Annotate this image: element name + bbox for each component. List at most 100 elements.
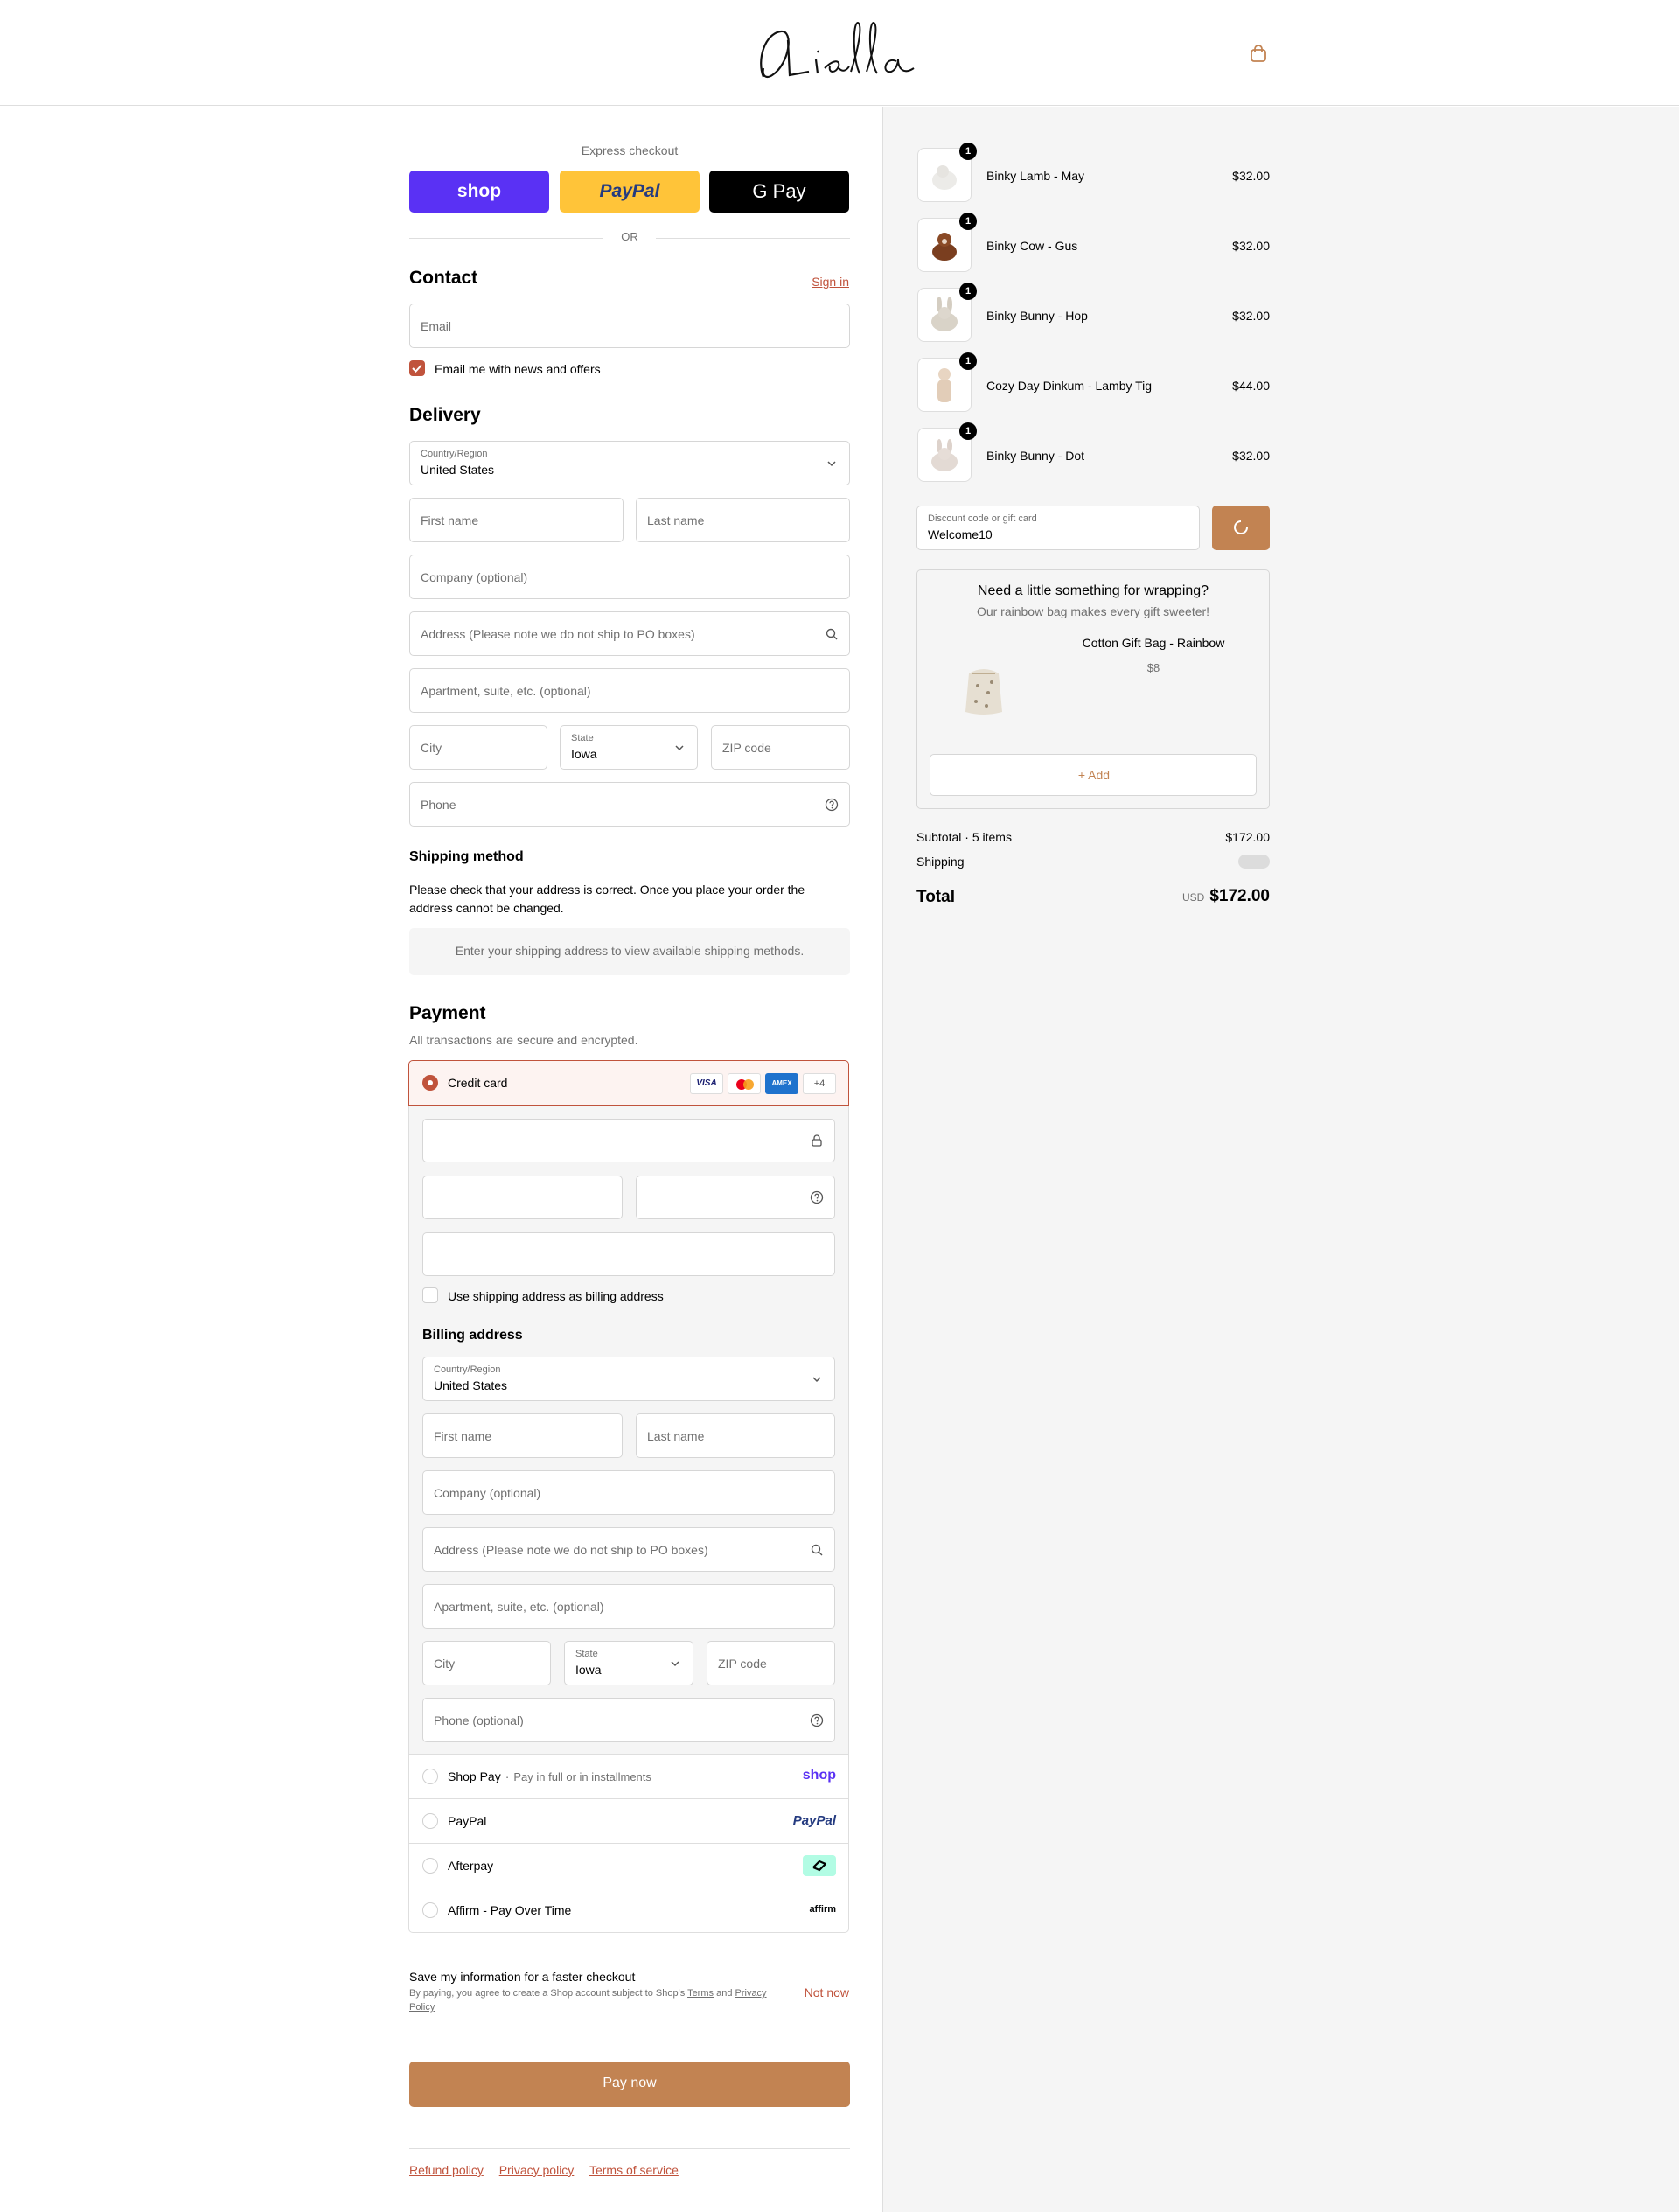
shop-pay-radio[interactable] [422,1769,438,1784]
google-pay-express-button[interactable]: G Pay [709,171,849,213]
name-on-card-field[interactable] [422,1232,835,1276]
credit-card-option[interactable]: Credit card VISA AMEX +4 [408,1060,849,1106]
zip-field[interactable]: ZIP code [711,725,850,770]
paypal-radio[interactable] [422,1813,438,1829]
shipping-method-heading: Shipping method [409,849,524,864]
paypal-express-button[interactable]: PayPal [560,171,700,213]
affirm-label: Affirm - Pay Over Time [448,1903,572,1917]
card-number-field[interactable] [422,1119,835,1162]
billing-apartment-field[interactable]: Apartment, suite, etc. (optional) [422,1584,835,1629]
add-gift-bag-button[interactable]: + Add [930,754,1257,796]
mastercard-icon [728,1073,761,1094]
paypal-logo: PayPal [599,181,660,201]
billing-phone-field[interactable]: Phone (optional) [422,1698,835,1742]
apartment-field[interactable]: Apartment, suite, etc. (optional) [409,668,850,713]
first-name-placeholder: First name [421,513,479,527]
afterpay-radio[interactable] [422,1858,438,1874]
currency-code: USD [1181,891,1205,904]
privacy-policy-link[interactable]: Privacy policy [499,2163,575,2177]
shop-pay-subtitle: Pay in full or in installments [513,1770,651,1783]
paypal-option[interactable]: PayPal PayPal [408,1799,849,1844]
billing-phone-placeholder: Phone (optional) [434,1713,524,1727]
company-placeholder: Company (optional) [421,569,528,584]
state-label: State [571,733,594,743]
discount-code-field[interactable]: Discount code or gift card Welcome10 [916,506,1200,550]
total-value: $172.00 [1209,887,1270,905]
shop-terms-link[interactable]: Terms [687,1988,714,1999]
quantity-badge: 1 [959,352,977,370]
cart-item-name: Binky Lamb - May [986,169,1085,183]
contact-heading: Contact [409,268,478,288]
affirm-option[interactable]: Affirm - Pay Over Time affirm [408,1888,849,1933]
quantity-badge: 1 [959,422,977,440]
more-cards-badge: +4 [803,1073,836,1094]
billing-zip-field[interactable]: ZIP code [707,1641,835,1685]
shop-pay-label: Shop Pay · Pay in full or in installments [448,1769,651,1783]
cart-item-price: $32.00 [1232,169,1270,183]
expiration-field[interactable] [422,1176,623,1219]
cart-item-price: $32.00 [1232,309,1270,323]
afterpay-label: Afterpay [448,1859,494,1873]
company-field[interactable]: Company (optional) [409,555,850,599]
newsletter-checkbox[interactable] [409,360,425,376]
billing-address-field[interactable]: Address (Please note we do not ship to P… [422,1527,835,1572]
billing-last-name-field[interactable]: Last name [636,1413,835,1458]
affirm-radio[interactable] [422,1902,438,1918]
billing-first-name-placeholder: First name [434,1428,492,1443]
city-field[interactable]: City [409,725,547,770]
afterpay-option[interactable]: Afterpay [408,1844,849,1888]
phone-field[interactable]: Phone [409,782,850,827]
help-circle-icon[interactable] [810,1190,824,1204]
pay-now-label: Pay now [603,2076,657,2090]
footer-links: Refund policy Privacy policy Terms of se… [409,2163,679,2177]
apply-discount-button[interactable] [1212,506,1270,550]
sign-in-link[interactable]: Sign in [787,275,849,289]
last-name-field[interactable]: Last name [636,498,850,542]
shop-pay-logo: shop [456,181,502,201]
email-field[interactable]: Email [409,304,850,348]
billing-last-name-placeholder: Last name [647,1428,705,1443]
gift-bag-image [951,658,1016,719]
cart-item-name: Cozy Day Dinkum - Lamby Tig [986,379,1153,393]
discount-label: Discount code or gift card [928,513,1037,524]
shipping-note: Please check that your address is correc… [409,883,805,915]
billing-address-heading: Billing address [422,1328,523,1343]
address-field[interactable]: Address (Please note we do not ship to P… [409,611,850,656]
quantity-badge: 1 [959,213,977,230]
security-code-field[interactable] [636,1176,835,1219]
help-circle-icon[interactable] [810,1713,824,1727]
billing-company-field[interactable]: Company (optional) [422,1470,835,1515]
help-circle-icon[interactable] [825,798,839,812]
pay-now-button[interactable]: Pay now [409,2062,850,2107]
state-select[interactable]: State Iowa [560,725,698,770]
loading-spinner-icon [1234,520,1248,534]
first-name-field[interactable]: First name [409,498,624,542]
billing-city-placeholder: City [434,1656,456,1671]
billing-country-select[interactable]: Country/Region United States [422,1357,835,1401]
not-now-button[interactable]: Not now [787,1985,849,1999]
shopping-bag-icon[interactable] [1249,44,1268,63]
refund-policy-link[interactable]: Refund policy [409,2163,484,2177]
billing-city-field[interactable]: City [422,1641,551,1685]
shop-pay-title: Shop Pay [448,1769,501,1783]
country-label: Country/Region [421,449,488,459]
cart-item-price: $44.00 [1232,379,1270,393]
use-shipping-checkbox[interactable] [422,1287,438,1303]
shop-pay-express-button[interactable]: shop [409,171,549,213]
billing-first-name-field[interactable]: First name [422,1413,623,1458]
quantity-badge: 1 [959,143,977,160]
divider-right [656,238,850,239]
brand-logo[interactable] [755,16,921,95]
delivery-heading: Delivery [409,405,481,425]
billing-state-select[interactable]: State Iowa [564,1641,693,1685]
city-placeholder: City [421,740,442,755]
terms-of-service-link[interactable]: Terms of service [589,2163,679,2177]
credit-card-radio[interactable] [422,1075,438,1091]
order-summary-panel [882,107,1679,2212]
brand-logo-script [760,21,915,78]
shop-pay-option[interactable]: Shop Pay · Pay in full or in installments … [408,1755,849,1799]
chevron-down-icon [671,1660,679,1666]
total-label: Total [916,888,955,906]
country-select[interactable]: Country/Region United States [409,441,850,485]
last-name-placeholder: Last name [647,513,705,527]
